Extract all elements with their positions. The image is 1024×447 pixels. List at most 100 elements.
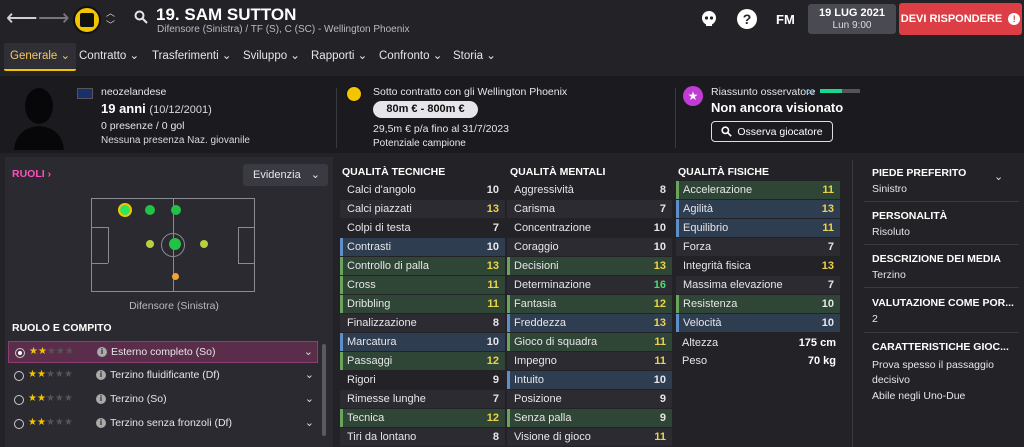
attribute-name: Coraggio (514, 241, 559, 253)
search-icon[interactable] (134, 10, 148, 24)
attribute-value: 7 (827, 279, 834, 291)
divider (675, 88, 676, 148)
attribute-row[interactable]: Massima elevazione 7 (676, 276, 840, 294)
weight-value: 70 kg (807, 355, 836, 367)
attribute-row[interactable]: Posizione 9 (507, 390, 672, 408)
attribute-row[interactable]: Passaggi 12 (340, 352, 505, 370)
must-reply-button[interactable]: DEVI RISPONDERE ! (899, 3, 1022, 35)
age: 19 anni (10/12/2001) (101, 101, 212, 116)
menu-rapporti[interactable]: Rapporti ⌄ (305, 43, 373, 71)
age-value: 19 anni (101, 101, 146, 116)
role-radio[interactable] (14, 395, 24, 405)
chevron-down-icon[interactable]: ⌄ (304, 345, 313, 358)
help-icon[interactable]: ? (737, 9, 757, 29)
alert-icon: ! (1008, 13, 1021, 25)
attribute-value: 12 (486, 355, 499, 367)
attribute-row[interactable]: Concentrazione 10 (507, 219, 672, 237)
roles-link[interactable]: RUOLI › (12, 168, 51, 180)
attribute-row[interactable]: Rimesse lunghe 7 (340, 390, 505, 408)
attribute-name: Massima elevazione (683, 279, 783, 291)
attribute-row[interactable]: Calci piazzati 13 (340, 200, 505, 218)
weight-label: Peso (682, 355, 708, 367)
attribute-row[interactable]: Coraggio 10 (507, 238, 672, 256)
chevron-down-icon[interactable]: ⌄ (305, 368, 314, 381)
attribute-row[interactable]: Decisioni 13 (507, 257, 672, 275)
club-crest-icon[interactable] (73, 6, 101, 34)
attribute-row[interactable]: Rigori 9 (340, 371, 505, 389)
role-radio[interactable] (15, 348, 25, 358)
attribute-row[interactable]: Accelerazione 11 (676, 181, 840, 199)
role-name: Terzino fluidificante (Df) (110, 369, 220, 381)
attribute-name: Calci d'angolo (347, 184, 416, 196)
info-icon[interactable]: i (97, 347, 107, 357)
menu-trasferimenti[interactable]: Trasferimenti ⌄ (146, 43, 238, 71)
menu-contratto[interactable]: Contratto ⌄ (73, 43, 145, 71)
attribute-row[interactable]: Carisma 7 (507, 200, 672, 218)
attribute-row[interactable]: Integrità fisica 13 (676, 257, 840, 275)
attribute-row[interactable]: Tecnica 12 (340, 409, 505, 427)
roles-scrollbar[interactable] (322, 344, 326, 436)
role-radio[interactable] (14, 371, 24, 381)
attribute-row[interactable]: Controllo di palla 13 (340, 257, 505, 275)
role-row[interactable]: ★★★★★ i Terzino fluidificante (Df) ⌄ (8, 365, 318, 387)
wage: 29,5m € p/a fino al 31/7/2023 (373, 123, 510, 135)
attribute-row[interactable]: Dribbling 11 (340, 295, 505, 313)
attribute-row[interactable]: Visione di gioco 11 (507, 428, 672, 446)
attribute-row[interactable]: Determinazione 16 (507, 276, 672, 294)
attribute-row[interactable]: Senza palla 9 (507, 409, 672, 427)
attribute-row[interactable]: Gioco di squadra 11 (507, 333, 672, 351)
role-row[interactable]: ★★★★★ i Esterno completo (So) ⌄ (8, 341, 318, 363)
menu-confronto[interactable]: Confronto ⌄ (373, 43, 448, 71)
role-duty-title: RUOLO E COMPITO (12, 322, 112, 334)
attribute-row[interactable]: Calci d'angolo 10 (340, 181, 505, 199)
attribute-row[interactable]: Marcatura 10 (340, 333, 505, 351)
attribute-row[interactable]: Velocità 10 (676, 314, 840, 332)
menu-generale[interactable]: Generale ⌄ (4, 43, 77, 71)
attribute-row[interactable]: Forza 7 (676, 238, 840, 256)
attribute-row[interactable]: Cross 11 (340, 276, 505, 294)
attribute-name: Marcatura (347, 336, 397, 348)
chevron-up-icon[interactable]: ︿ (106, 9, 115, 18)
attribute-value: 10 (486, 241, 499, 253)
attribute-row[interactable]: Finalizzazione 8 (340, 314, 505, 332)
back-arrow-icon[interactable]: ⟵ (6, 6, 38, 30)
attribute-row[interactable]: Contrasti 10 (340, 238, 505, 256)
role-row[interactable]: ★★★★★ i Terzino senza fronzoli (Df) ⌄ (8, 413, 318, 435)
attribute-row[interactable]: Colpi di testa 7 (340, 219, 505, 237)
role-row[interactable]: ★★★★★ i Terzino (So) ⌄ (8, 389, 318, 411)
highlight-dropdown[interactable]: Evidenzia ⌄ (243, 164, 328, 186)
attribute-value: 7 (827, 241, 834, 253)
attribute-name: Intuito (514, 374, 544, 386)
attribute-row[interactable]: Resistenza 10 (676, 295, 840, 313)
scout-knowledge-fill (820, 89, 842, 93)
role-radio[interactable] (14, 419, 24, 429)
scout-player-button[interactable]: Osserva giocatore (711, 121, 833, 142)
skull-icon[interactable] (699, 9, 719, 29)
position-dot (169, 238, 181, 250)
attribute-row[interactable]: Impegno 11 (507, 352, 672, 370)
menu-storia[interactable]: Storia ⌄ (447, 43, 502, 71)
chevron-down-icon[interactable]: ﹀ (106, 21, 115, 30)
dob: (10/12/2001) (149, 104, 212, 116)
attribute-row[interactable]: Aggressività 8 (507, 181, 672, 199)
info-icon[interactable]: i (96, 418, 106, 428)
date-display[interactable]: 19 LUG 2021 Lun 9:00 (808, 4, 896, 34)
attribute-value: 13 (486, 203, 499, 215)
forward-arrow-icon[interactable]: ⟶ (38, 6, 70, 30)
menu-sviluppo[interactable]: Sviluppo ⌄ (237, 43, 306, 71)
attribute-name: Fantasia (514, 298, 557, 310)
transfer-value[interactable]: 80m € - 800m € (373, 101, 478, 118)
attribute-row[interactable]: Intuito 10 (507, 371, 672, 389)
info-icon[interactable]: i (96, 394, 106, 404)
attribute-row[interactable]: Fantasia 12 (507, 295, 672, 313)
chevron-down-icon[interactable]: ⌄ (305, 392, 314, 405)
attribute-row[interactable]: Freddezza 13 (507, 314, 672, 332)
fm-logo-icon[interactable]: FM (776, 12, 795, 27)
attribute-row[interactable]: Agilità 13 (676, 200, 840, 218)
attribute-value: 12 (653, 298, 666, 310)
attribute-row[interactable]: Equilibrio 11 (676, 219, 840, 237)
chevron-down-icon[interactable]: ⌄ (994, 170, 1003, 183)
attribute-row[interactable]: Tiri da lontano 8 (340, 428, 505, 446)
info-icon[interactable]: i (96, 370, 106, 380)
chevron-down-icon[interactable]: ⌄ (305, 416, 314, 429)
